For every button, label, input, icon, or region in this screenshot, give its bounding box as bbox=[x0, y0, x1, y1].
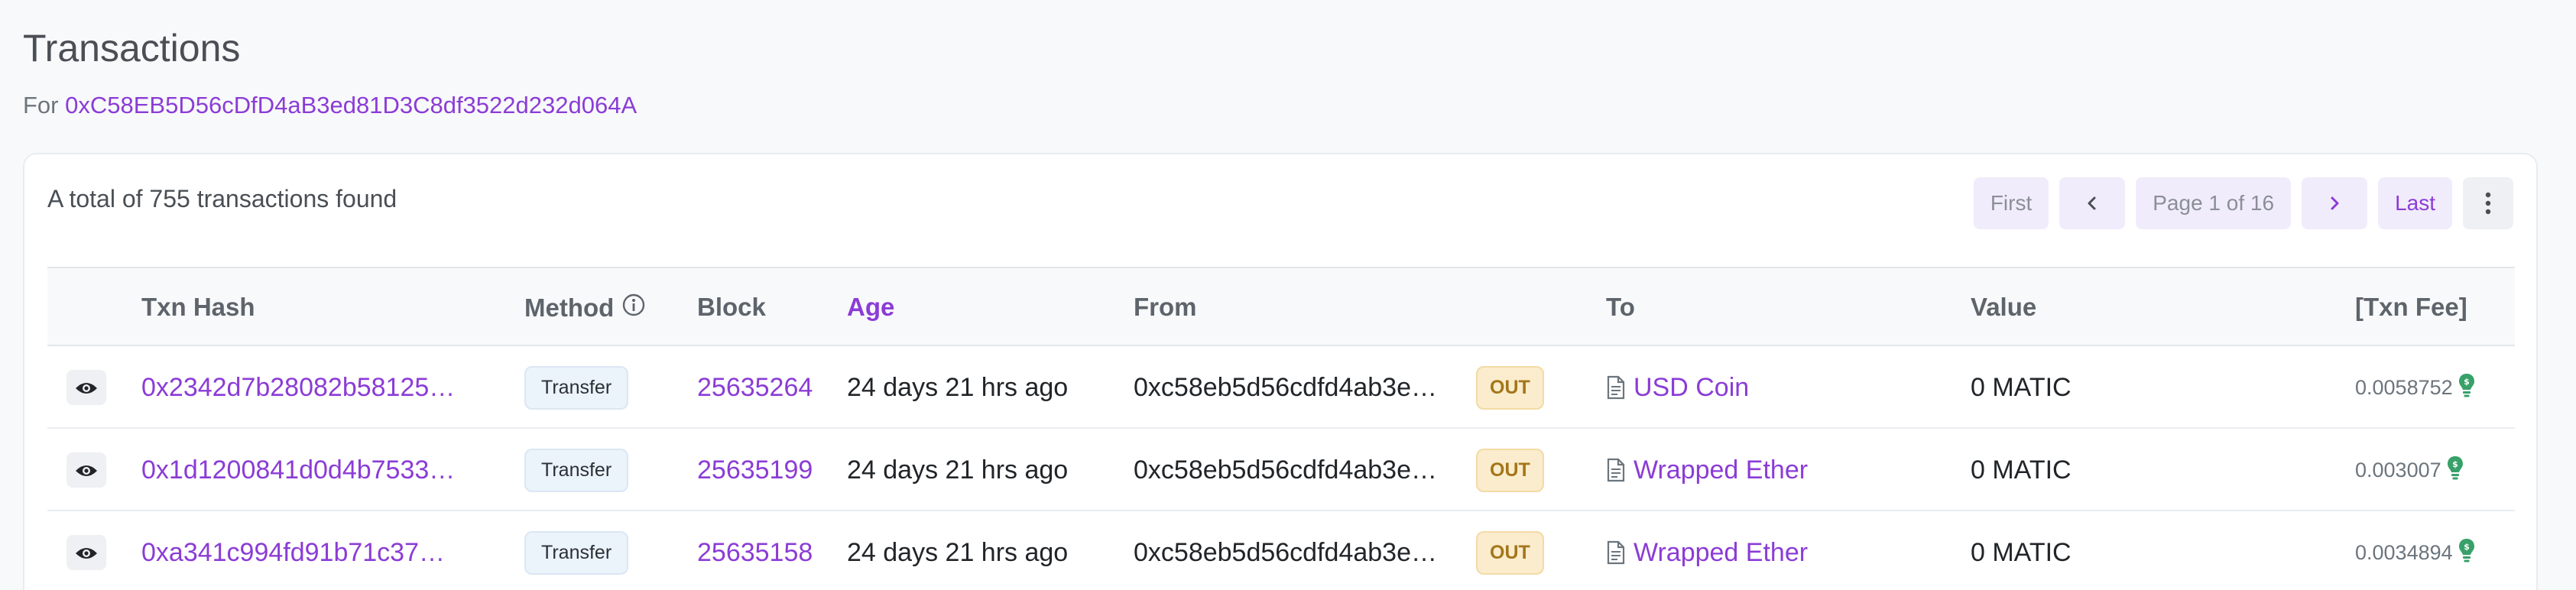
gas-bulb-icon[interactable]: $ bbox=[2446, 455, 2464, 486]
txn-hash-link[interactable]: 0x2342d7b28082b58125… bbox=[141, 346, 455, 429]
eye-icon bbox=[75, 455, 98, 485]
transactions-table: Txn Hash Method Block Age From To Value … bbox=[47, 267, 2515, 590]
value-text: 0 MATIC bbox=[1971, 455, 2072, 485]
block-link[interactable]: 25635199 bbox=[697, 429, 813, 511]
transactions-card: A total of 755 transactions found First … bbox=[23, 153, 2538, 590]
table-header: Txn Hash Method Block Age From To Value … bbox=[47, 267, 2515, 346]
first-page-button[interactable]: First bbox=[1973, 177, 2049, 229]
pagination: First Page 1 of 16 Last bbox=[1973, 177, 2513, 229]
age-text: 24 days 21 hrs ago bbox=[847, 455, 1069, 485]
to-token-link[interactable]: USD Coin bbox=[1634, 373, 1749, 403]
direction-badge: OUT bbox=[1476, 530, 1544, 575]
chevron-left-icon bbox=[2084, 195, 2101, 212]
column-method-label: Method bbox=[524, 293, 615, 322]
age-text: 24 days 21 hrs ago bbox=[847, 537, 1069, 567]
value-text: 0 MATIC bbox=[1971, 537, 2072, 567]
prev-page-button[interactable] bbox=[2059, 177, 2126, 229]
gas-bulb-icon[interactable]: $ bbox=[2458, 537, 2476, 569]
more-options-button[interactable] bbox=[2463, 177, 2513, 229]
eye-icon bbox=[75, 538, 98, 568]
column-block: Block bbox=[697, 293, 766, 321]
chevron-right-icon bbox=[2326, 195, 2343, 212]
direction-badge: OUT bbox=[1476, 448, 1544, 492]
page-indicator: Page 1 of 16 bbox=[2136, 177, 2292, 229]
direction-badge: OUT bbox=[1476, 365, 1544, 410]
column-from: From bbox=[1134, 293, 1197, 321]
txn-fee-text: 0.0034894 bbox=[2355, 540, 2453, 564]
column-to: To bbox=[1606, 293, 1635, 321]
method-badge: Transfer bbox=[524, 448, 629, 492]
next-page-button[interactable] bbox=[2302, 177, 2368, 229]
value-text: 0 MATIC bbox=[1971, 372, 2072, 402]
gas-bulb-icon[interactable]: $ bbox=[2458, 372, 2476, 404]
block-link[interactable]: 25635158 bbox=[697, 511, 813, 590]
column-age[interactable]: Age bbox=[847, 293, 894, 322]
contract-document-icon bbox=[1606, 540, 1626, 565]
view-details-button[interactable] bbox=[67, 370, 106, 405]
view-details-button[interactable] bbox=[67, 452, 106, 488]
page-title: Transactions bbox=[23, 27, 241, 70]
address-link[interactable]: 0xC58EB5D56cDfD4aB3ed81D3C8df3522d232d06… bbox=[65, 92, 637, 118]
vertical-dots-icon bbox=[2485, 192, 2491, 215]
column-txn-hash: Txn Hash bbox=[141, 293, 255, 321]
txn-hash-link[interactable]: 0x1d1200841d0d4b7533… bbox=[141, 429, 455, 511]
method-badge: Transfer bbox=[524, 530, 629, 575]
table-row: 0xa341c994fd91b71c37… Transfer 25635158 … bbox=[47, 511, 2515, 590]
info-icon[interactable] bbox=[621, 293, 646, 323]
eye-icon bbox=[75, 373, 98, 403]
block-link[interactable]: 25635264 bbox=[697, 346, 813, 429]
svg-text:$: $ bbox=[2464, 377, 2470, 387]
svg-text:$: $ bbox=[2464, 542, 2470, 552]
method-badge: Transfer bbox=[524, 365, 629, 410]
contract-document-icon bbox=[1606, 375, 1626, 400]
table-row: 0x1d1200841d0d4b7533… Transfer 25635199 … bbox=[47, 429, 2515, 511]
for-label: For bbox=[23, 92, 59, 118]
column-txn-fee[interactable]: [Txn Fee] bbox=[2355, 293, 2467, 322]
svg-text:$: $ bbox=[2452, 459, 2458, 469]
total-transactions-text: A total of 755 transactions found bbox=[47, 185, 397, 212]
to-token-link[interactable]: Wrapped Ether bbox=[1634, 455, 1808, 485]
column-method: Method bbox=[524, 293, 646, 323]
age-text: 24 days 21 hrs ago bbox=[847, 372, 1069, 402]
contract-document-icon bbox=[1606, 458, 1626, 482]
page-subtitle: For 0xC58EB5D56cDfD4aB3ed81D3C8df3522d23… bbox=[23, 92, 637, 119]
from-address: 0xc58eb5d56cdfd4ab3e… bbox=[1134, 537, 1437, 567]
from-address: 0xc58eb5d56cdfd4ab3e… bbox=[1134, 455, 1437, 485]
table-row: 0x2342d7b28082b58125… Transfer 25635264 … bbox=[47, 346, 2515, 429]
txn-hash-link[interactable]: 0xa341c994fd91b71c37… bbox=[141, 511, 445, 590]
view-details-button[interactable] bbox=[67, 535, 106, 570]
last-page-button[interactable]: Last bbox=[2378, 177, 2452, 229]
txn-fee-text: 0.003007 bbox=[2355, 458, 2441, 481]
column-value: Value bbox=[1971, 293, 2037, 321]
txn-fee-text: 0.0058752 bbox=[2355, 375, 2453, 399]
from-address: 0xc58eb5d56cdfd4ab3e… bbox=[1134, 372, 1437, 402]
to-token-link[interactable]: Wrapped Ether bbox=[1634, 538, 1808, 568]
